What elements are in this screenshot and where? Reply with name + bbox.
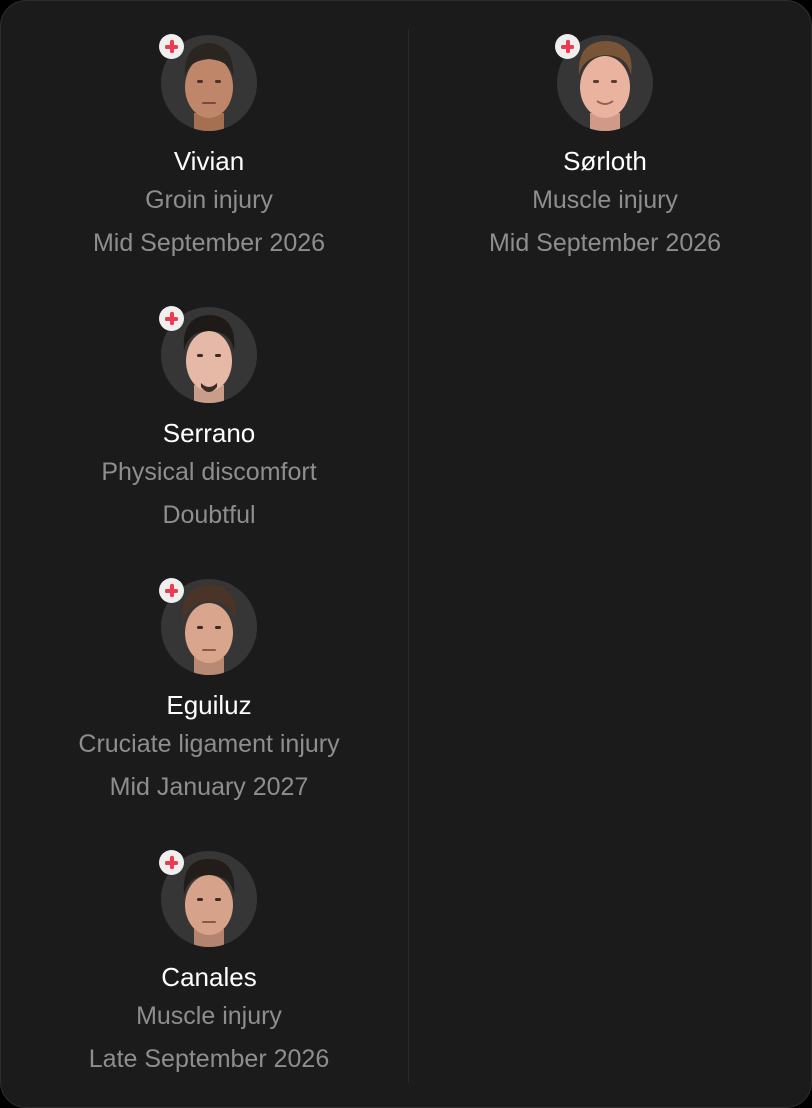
expected-return: Mid September 2026 bbox=[92, 229, 326, 257]
player-name: Vivian bbox=[173, 146, 245, 176]
player-item-eguiluz[interactable]: Eguiluz Cruciate ligament injury Mid Jan… bbox=[19, 578, 399, 829]
injury-reason: Muscle injury bbox=[532, 186, 678, 214]
expected-return: Mid September 2026 bbox=[488, 229, 722, 257]
expected-return: Mid January 2027 bbox=[109, 773, 309, 801]
player-item-vivian[interactable]: Vivian Groin injury Mid September 2026 bbox=[19, 34, 399, 285]
injury-reason: Physical discomfort bbox=[101, 458, 317, 486]
injury-cross-icon bbox=[159, 34, 184, 59]
expected-return: Doubtful bbox=[162, 501, 256, 529]
injured-players-card: Vivian Groin injury Mid September 2026 S… bbox=[0, 0, 812, 1108]
player-avatar-container bbox=[159, 850, 257, 947]
player-name: Eguiluz bbox=[166, 690, 252, 720]
player-item-sorloth[interactable]: Sørloth Muscle injury Mid September 2026 bbox=[415, 34, 795, 285]
player-name: Serrano bbox=[162, 418, 256, 448]
player-name: Canales bbox=[161, 962, 257, 992]
injury-cross-icon bbox=[555, 34, 580, 59]
injury-cross-icon bbox=[159, 850, 184, 875]
player-avatar-container bbox=[555, 34, 653, 131]
player-avatar-container bbox=[159, 578, 257, 675]
injury-reason: Muscle injury bbox=[136, 1002, 282, 1030]
column-divider bbox=[408, 29, 409, 1083]
injury-cross-icon bbox=[159, 578, 184, 603]
player-item-serrano[interactable]: Serrano Physical discomfort Doubtful bbox=[19, 306, 399, 557]
injury-cross-icon bbox=[159, 306, 184, 331]
player-item-canales[interactable]: Canales Muscle injury Late September 202… bbox=[19, 850, 399, 1101]
expected-return: Late September 2026 bbox=[88, 1045, 330, 1073]
player-avatar-container bbox=[159, 306, 257, 403]
injury-reason: Cruciate ligament injury bbox=[78, 730, 340, 758]
player-name: Sørloth bbox=[563, 146, 647, 176]
player-avatar-container bbox=[159, 34, 257, 131]
injury-reason: Groin injury bbox=[145, 186, 273, 214]
